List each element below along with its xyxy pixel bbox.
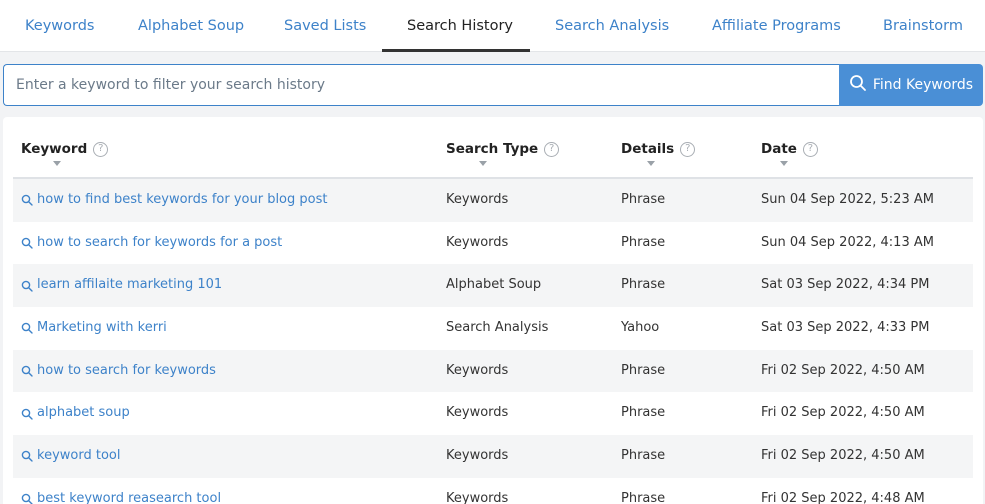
keyword-cell: how to find best keywords for your blog … bbox=[21, 179, 327, 225]
table-row: Marketing with kerri Search Analysis Yah… bbox=[13, 307, 973, 350]
keyword-cell: how to search for keywords for a post bbox=[21, 222, 282, 268]
tab-bar: Keywords Alphabet Soup Saved Lists Searc… bbox=[0, 0, 985, 52]
date-cell: Fri 02 Sep 2022, 4:48 AM bbox=[761, 490, 925, 504]
details-cell: Phrase bbox=[621, 277, 666, 293]
keyword-text: keyword tool bbox=[37, 448, 121, 464]
keyword-text: best keyword reasearch tool bbox=[37, 490, 222, 504]
tab-search-history[interactable]: Search History bbox=[407, 0, 513, 52]
date-cell: Sat 03 Sep 2022, 4:33 PM bbox=[761, 320, 930, 336]
help-icon[interactable]: ? bbox=[802, 141, 818, 157]
keyword-link[interactable]: Marketing with kerri bbox=[21, 307, 167, 350]
find-keywords-label: Find Keywords bbox=[872, 77, 974, 93]
keyword-cell: keyword tool bbox=[21, 435, 120, 481]
search-icon bbox=[21, 195, 33, 207]
column-header-search-type[interactable]: Search Type ? bbox=[446, 141, 560, 157]
keyword-link[interactable]: keyword tool bbox=[21, 435, 120, 478]
search-icon bbox=[21, 451, 33, 463]
keyword-link[interactable]: how to find best keywords for your blog … bbox=[21, 179, 327, 222]
search-type-cell: Search Analysis bbox=[446, 320, 549, 336]
search-icon bbox=[21, 280, 33, 292]
keyword-text: how to search for keywords for a post bbox=[37, 234, 283, 250]
tab-alphabet-soup[interactable]: Alphabet Soup bbox=[138, 0, 244, 52]
keyword-cell: Marketing with kerri bbox=[21, 307, 167, 353]
keyword-link[interactable]: how to search for keywords for a post bbox=[21, 222, 282, 265]
help-icon[interactable]: ? bbox=[544, 141, 560, 157]
search-type-cell: Keywords bbox=[446, 192, 509, 207]
search-type-cell: Alphabet Soup bbox=[446, 277, 542, 293]
details-cell: Phrase bbox=[621, 448, 666, 464]
active-tab-indicator bbox=[382, 49, 530, 52]
search-icon bbox=[849, 74, 867, 96]
table-row: keyword tool Keywords Phrase Fri 02 Sep … bbox=[13, 435, 973, 478]
sort-caret-icon[interactable] bbox=[479, 161, 487, 166]
keyword-text: learn affilaite marketing 101 bbox=[37, 277, 223, 293]
keyword-link[interactable]: how to search for keywords bbox=[21, 350, 216, 393]
sort-caret-icon[interactable] bbox=[780, 161, 788, 166]
keyword-text: Marketing with kerri bbox=[37, 320, 167, 336]
date-cell: Fri 02 Sep 2022, 4:50 AM bbox=[761, 405, 925, 421]
keyword-link[interactable]: learn affilaite marketing 101 bbox=[21, 264, 222, 307]
column-label: Details bbox=[621, 141, 675, 157]
keyword-text: how to search for keywords bbox=[37, 362, 216, 378]
details-cell: Phrase bbox=[621, 405, 666, 421]
search-type-cell: Keywords bbox=[446, 490, 509, 504]
search-type-cell: Keywords bbox=[446, 362, 509, 378]
keyword-text: how to find best keywords for your blog … bbox=[37, 192, 328, 207]
table-body: how to find best keywords for your blog … bbox=[13, 179, 973, 504]
search-history-table: Keyword ? Search Type ? Details ? Date ?… bbox=[3, 117, 983, 504]
date-cell: Fri 02 Sep 2022, 4:50 AM bbox=[761, 362, 925, 378]
search-icon bbox=[21, 408, 33, 420]
column-header-date[interactable]: Date ? bbox=[761, 141, 818, 157]
column-header-keyword[interactable]: Keyword ? bbox=[21, 141, 109, 157]
tab-keywords[interactable]: Keywords bbox=[25, 0, 94, 52]
date-cell: Sat 03 Sep 2022, 4:34 PM bbox=[761, 277, 930, 293]
table-row: alphabet soup Keywords Phrase Fri 02 Sep… bbox=[13, 392, 973, 435]
search-history-filter-input[interactable] bbox=[3, 64, 840, 106]
search-icon bbox=[21, 237, 33, 249]
keyword-text: alphabet soup bbox=[37, 405, 130, 421]
find-keywords-button[interactable]: Find Keywords bbox=[839, 64, 983, 106]
tab-saved-lists[interactable]: Saved Lists bbox=[284, 0, 366, 52]
details-cell: Phrase bbox=[621, 192, 666, 207]
column-label: Keyword bbox=[21, 141, 88, 157]
column-label: Search Type bbox=[446, 141, 539, 157]
keyword-cell: learn affilaite marketing 101 bbox=[21, 264, 222, 310]
keyword-link[interactable]: alphabet soup bbox=[21, 392, 130, 435]
search-type-cell: Keywords bbox=[446, 234, 509, 250]
tab-search-analysis[interactable]: Search Analysis bbox=[555, 0, 669, 52]
details-cell: Phrase bbox=[621, 234, 666, 250]
column-header-details[interactable]: Details ? bbox=[621, 141, 696, 157]
tab-brainstorm[interactable]: Brainstorm bbox=[883, 0, 963, 52]
keyword-cell: how to search for keywords bbox=[21, 350, 216, 396]
table-row: learn affilaite marketing 101 Alphabet S… bbox=[13, 264, 973, 310]
search-icon bbox=[21, 493, 33, 504]
date-cell: Sun 04 Sep 2022, 5:23 AM bbox=[761, 192, 934, 207]
help-icon[interactable]: ? bbox=[680, 141, 696, 157]
table-row: how to search for keywords Keywords Phra… bbox=[13, 349, 973, 396]
help-icon[interactable]: ? bbox=[93, 141, 109, 157]
details-cell: Phrase bbox=[621, 362, 666, 378]
keyword-cell: best keyword reasearch tool bbox=[21, 478, 221, 504]
tab-affiliate-programs[interactable]: Affiliate Programs bbox=[712, 0, 841, 52]
keyword-link[interactable]: best keyword reasearch tool bbox=[21, 478, 221, 504]
details-cell: Yahoo bbox=[621, 320, 660, 336]
keyword-cell: alphabet soup bbox=[21, 392, 130, 438]
table-row: how to search for keywords for a post Ke… bbox=[13, 222, 973, 265]
search-icon bbox=[21, 323, 33, 335]
table-row: best keyword reasearch tool Keywords Phr… bbox=[13, 478, 973, 504]
table-row: how to find best keywords for your blog … bbox=[13, 179, 973, 222]
search-icon bbox=[21, 365, 33, 377]
date-cell: Sun 04 Sep 2022, 4:13 AM bbox=[761, 234, 934, 250]
search-type-cell: Keywords bbox=[446, 405, 509, 421]
sort-caret-icon[interactable] bbox=[53, 161, 61, 166]
details-cell: Phrase bbox=[621, 490, 666, 504]
date-cell: Fri 02 Sep 2022, 4:50 AM bbox=[761, 448, 925, 464]
column-label: Date bbox=[761, 141, 797, 157]
search-type-cell: Keywords bbox=[446, 448, 509, 464]
sort-caret-icon[interactable] bbox=[647, 161, 655, 166]
